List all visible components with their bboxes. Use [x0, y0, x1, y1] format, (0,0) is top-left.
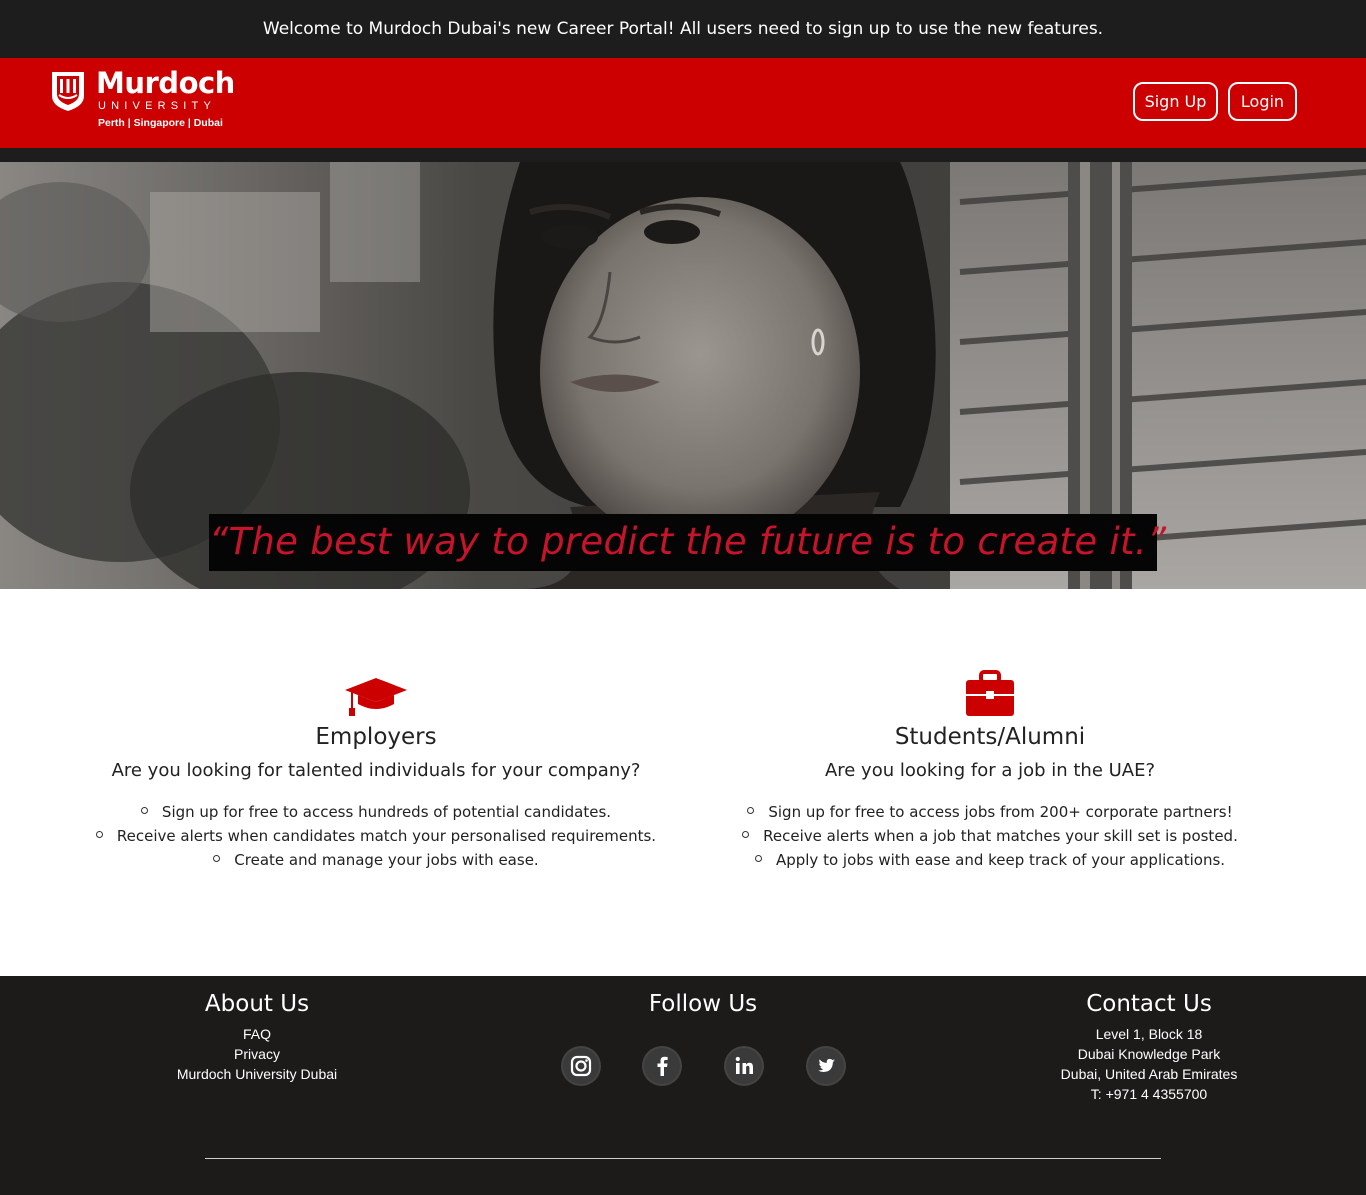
contact-section: Contact Us Level 1, Block 18 Dubai Knowl…: [1029, 988, 1269, 1104]
graduation-cap-icon: [345, 678, 407, 716]
bullet-icon: [754, 855, 762, 862]
brand-name: Murdoch: [96, 66, 235, 100]
list-item: Receive alerts when candidates match you…: [76, 824, 676, 848]
twitter-icon[interactable]: [808, 1048, 844, 1084]
phone-number: T: +971 4 4355700: [1090, 1086, 1208, 1102]
murdoch-logo[interactable]: Murdoch UNIVERSITY Perth | Singapore | D…: [50, 66, 235, 132]
employers-title: Employers: [315, 724, 437, 750]
bullet-icon: [742, 831, 750, 838]
social-links: [553, 1048, 853, 1088]
login-button[interactable]: Login: [1228, 82, 1297, 121]
students-title: Students/Alumni: [894, 724, 1086, 750]
list-item: Apply to jobs with ease and keep track o…: [690, 848, 1290, 872]
brand-campuses: Perth | Singapore | Dubai: [98, 117, 223, 129]
announcement-text: Welcome to Murdoch Dubai's new Career Po…: [262, 19, 1104, 39]
facebook-icon[interactable]: [644, 1048, 680, 1084]
address-line-3: Dubai, United Arab Emirates: [1060, 1066, 1238, 1082]
university-crest-icon: [52, 72, 84, 111]
briefcase-icon: [966, 670, 1014, 716]
follow-section: Follow Us: [553, 988, 853, 1084]
footer-divider: [205, 1158, 1161, 1159]
students-benefits-list: Sign up for free to access jobs from 200…: [690, 800, 1290, 872]
linkedin-icon[interactable]: [726, 1048, 762, 1084]
about-section: About Us FAQ Privacy Murdoch University …: [137, 988, 377, 1084]
murdoch-dubai-link[interactable]: Murdoch University Dubai: [137, 1064, 377, 1084]
employers-benefits-list: Sign up for free to access hundreds of p…: [76, 800, 676, 872]
address-line-2: Dubai Knowledge Park: [1077, 1046, 1221, 1062]
list-item: Sign up for free to access jobs from 200…: [690, 800, 1290, 824]
list-item: Create and manage your jobs with ease.: [76, 848, 676, 872]
bullet-icon: [140, 807, 148, 814]
bullet-icon: [95, 831, 103, 838]
header-divider: [0, 148, 1366, 162]
students-question: Are you looking for a job in the UAE?: [824, 760, 1156, 781]
instagram-icon[interactable]: [563, 1048, 599, 1084]
bullet-icon: [213, 855, 221, 862]
announcement-bar: Welcome to Murdoch Dubai's new Career Po…: [0, 0, 1366, 58]
address-line-1: Level 1, Block 18: [1095, 1026, 1203, 1042]
hero-quote: “The best way to predict the future is t…: [209, 520, 1167, 563]
sign-up-button[interactable]: Sign Up: [1133, 82, 1218, 121]
students-section: Students/Alumni Are you looking for a jo…: [690, 670, 1290, 872]
faq-link[interactable]: FAQ: [137, 1024, 377, 1044]
employers-section: Employers Are you looking for talented i…: [76, 670, 676, 872]
list-item: Sign up for free to access hundreds of p…: [76, 800, 676, 824]
about-title: About Us: [204, 991, 310, 1017]
site-footer: About Us FAQ Privacy Murdoch University …: [0, 976, 1366, 1195]
follow-title: Follow Us: [648, 991, 758, 1017]
bullet-icon: [747, 807, 755, 814]
brand-subtitle: UNIVERSITY: [98, 100, 217, 112]
employers-question: Are you looking for talented individuals…: [111, 760, 641, 781]
contact-title: Contact Us: [1086, 991, 1212, 1017]
privacy-link[interactable]: Privacy: [137, 1044, 377, 1064]
list-item: Receive alerts when a job that matches y…: [690, 824, 1290, 848]
